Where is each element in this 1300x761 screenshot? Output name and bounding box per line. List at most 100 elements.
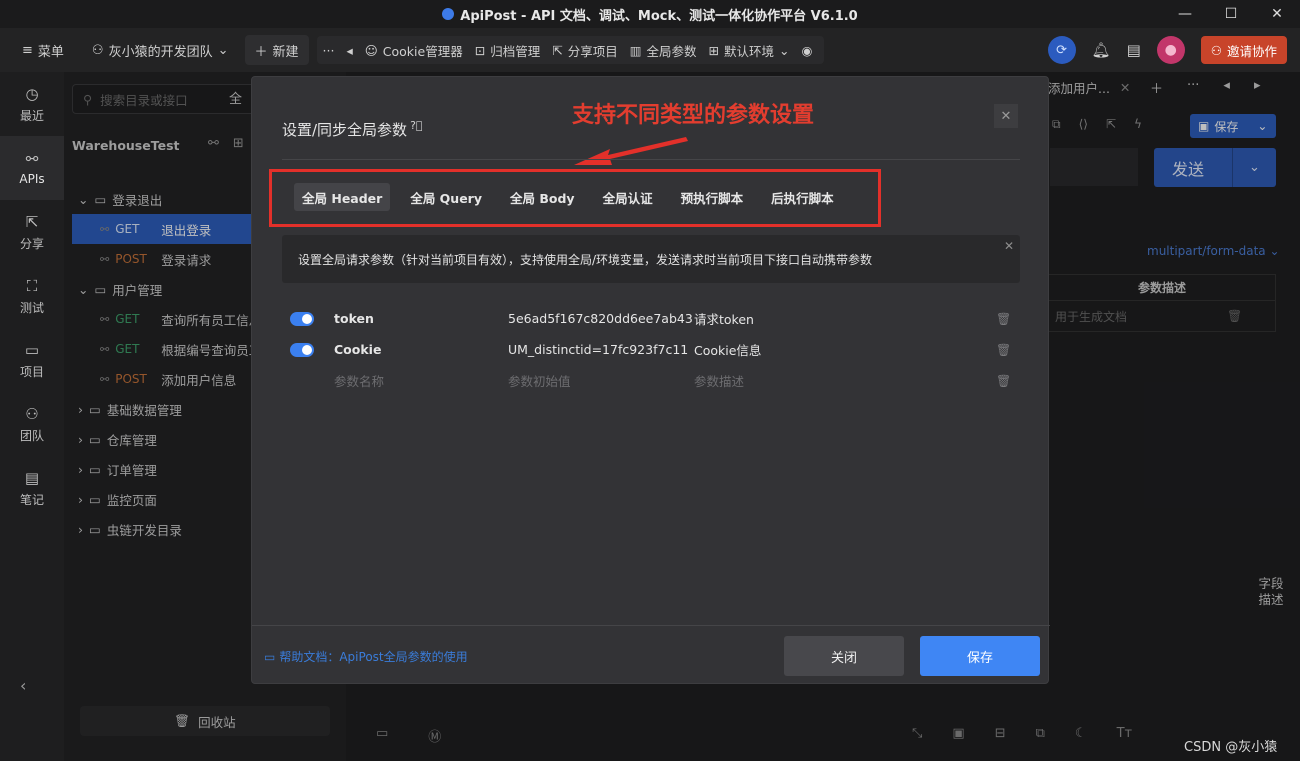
- plus-icon: ＋: [254, 44, 268, 60]
- nav-item-apis[interactable]: ⚯ APIs: [0, 136, 64, 200]
- close-button[interactable]: 关闭: [784, 636, 904, 676]
- param-desc[interactable]: 请求token: [694, 309, 994, 328]
- app-window: ApiPost - API 文档、调试、Mock、测试一体化协作平台 V6.1.…: [0, 0, 1300, 761]
- team-selector[interactable]: ⚇ 灰小猿的开发团队 ⌄: [82, 35, 239, 65]
- save-button[interactable]: 保存: [920, 636, 1040, 676]
- enable-toggle[interactable]: [290, 342, 314, 357]
- nav-label: 测试: [19, 300, 44, 315]
- sync-icon[interactable]: ⟳: [1047, 36, 1076, 64]
- api-icon: ⚯: [25, 150, 39, 168]
- menu-button[interactable]: ≡ 菜单: [12, 35, 74, 65]
- global-params-button[interactable]: ▥ 全局参数: [624, 35, 703, 65]
- param-value[interactable]: 5e6ad5f167c820dd6ee7ab43: [508, 311, 694, 326]
- nav-item-test[interactable]: ⛶ 测试: [0, 264, 64, 328]
- nav-item-project[interactable]: ▭ 项目: [0, 328, 64, 392]
- more-label: ···: [322, 42, 335, 58]
- doc-icon: ▭: [264, 649, 276, 664]
- env-selector[interactable]: ⊞ 默认环境 ⌄: [703, 35, 796, 65]
- archive-icon: ⊡: [474, 42, 486, 58]
- test-icon: ⛶: [26, 276, 38, 295]
- annotation-text: 支持不同类型的参数设置: [572, 103, 815, 128]
- notice-text: 设置全局请求参数（针对当前项目有效），支持使用全局/环境变量，发送请求时当前项目…: [298, 252, 873, 267]
- nav-item-note[interactable]: ▤ 笔记: [0, 456, 64, 520]
- trash-icon[interactable]: 🗑︎: [996, 374, 1011, 388]
- share-icon: ⇱: [552, 42, 563, 58]
- maximize-icon[interactable]: ☐: [1208, 0, 1254, 28]
- enable-toggle[interactable]: [290, 311, 314, 326]
- env-label: 默认环境: [724, 43, 775, 59]
- dialog-title-text: 设置/同步全局参数: [282, 121, 408, 139]
- param-value[interactable]: UM_distinctid=17fc923f7c11: [508, 342, 694, 357]
- param-desc[interactable]: Cookie信息: [694, 340, 994, 359]
- tab-global-body[interactable]: 全局 Body: [502, 183, 583, 211]
- env-icon: ⊞: [708, 42, 720, 58]
- archive-label: 归档管理: [490, 43, 541, 59]
- more-button[interactable]: ···: [317, 35, 341, 65]
- cookie-label: Cookie管理器: [382, 43, 463, 59]
- collapse-icon[interactable]: ‹: [20, 676, 26, 695]
- nav-label: 最近: [19, 108, 44, 123]
- nav-item-team[interactable]: ⚇ 团队: [0, 392, 64, 456]
- team-icon: ⚇: [91, 42, 104, 58]
- close-notice-icon[interactable]: ✕: [1004, 239, 1014, 253]
- tab-pre-script[interactable]: 预执行脚本: [673, 183, 752, 211]
- param-name[interactable]: token: [334, 311, 508, 326]
- new-button[interactable]: ＋ 新建: [244, 35, 309, 65]
- cookie-icon: ☺: [364, 42, 378, 58]
- window-title: ApiPost - API 文档、调试、Mock、测试一体化协作平台 V6.1.…: [460, 8, 858, 24]
- trash-icon[interactable]: 🗑︎: [996, 312, 1011, 326]
- invite-button[interactable]: ⚇ 邀请协作: [1200, 36, 1287, 64]
- trash-icon[interactable]: 🗑︎: [996, 343, 1011, 357]
- nav-item-recent[interactable]: ◷ 最近: [0, 72, 64, 136]
- toolbar-group: ··· ◂ ☺ Cookie管理器 ⊡ 归档管理 ⇱ 分享项目 ▥ 全局参数 ⊞…: [316, 35, 825, 65]
- share-project-button[interactable]: ⇱ 分享项目: [546, 35, 624, 65]
- eye-icon[interactable]: ◉: [796, 35, 819, 65]
- hamburger-icon: ≡: [22, 42, 33, 58]
- dialog-title: 设置/同步全局参数 ?⃝: [282, 119, 423, 140]
- table-row: 参数名称 参数初始值 参数描述 🗑︎: [290, 365, 1020, 396]
- param-value-input[interactable]: 参数初始值: [508, 371, 694, 390]
- info-notice: 设置全局请求参数（针对当前项目有效），支持使用全局/环境变量，发送请求时当前项目…: [282, 235, 1020, 283]
- chevron-down-icon: ⌄: [779, 42, 790, 58]
- new-label: 新建: [272, 44, 299, 60]
- bell-icon[interactable]: 🔔︎: [1092, 41, 1111, 59]
- tab-global-header[interactable]: 全局 Header: [294, 183, 391, 211]
- close-dialog-icon[interactable]: ✕: [994, 104, 1018, 128]
- nav-label: 分享: [19, 236, 44, 251]
- note-icon: ▤: [24, 468, 40, 487]
- window-controls: — ☐ ✕: [1162, 0, 1300, 28]
- help-icon[interactable]: ?⃝: [410, 119, 422, 132]
- avatar[interactable]: ●: [1156, 36, 1185, 64]
- left-nav: ◷ 最近 ⚯ APIs ⇱ 分享 ⛶ 测试 ▭ 项目 ⚇ 团队 ▤ 笔记 ‹: [0, 72, 64, 761]
- share-label: 分享项目: [567, 43, 618, 59]
- toolbar-right: ⟳ 🔔︎ ▤ ● ⚇ 邀请协作: [1047, 28, 1300, 72]
- nav-label: 团队: [19, 428, 44, 443]
- scroll-left-icon[interactable]: ◂: [340, 35, 358, 65]
- team-label: 灰小猿的开发团队: [108, 44, 213, 60]
- table-row: token 5e6ad5f167c820dd6ee7ab43 请求token 🗑…: [290, 303, 1020, 334]
- note-icon[interactable]: ▤: [1127, 41, 1141, 59]
- user-icon: ●: [1164, 42, 1177, 58]
- add-user-icon: ⚇: [1210, 42, 1222, 58]
- param-name-input[interactable]: 参数名称: [334, 371, 508, 390]
- tab-global-auth[interactable]: 全局认证: [595, 183, 661, 211]
- archive-button[interactable]: ⊡ 归档管理: [469, 35, 547, 65]
- param-desc-input[interactable]: 参数描述: [694, 371, 994, 390]
- global-header-params: token 5e6ad5f167c820dd6ee7ab43 请求token 🗑…: [290, 303, 1020, 396]
- minimize-icon[interactable]: —: [1162, 0, 1208, 28]
- nav-label: 笔记: [19, 492, 44, 507]
- help-link-label: 帮助文档：ApiPost全局参数的使用: [279, 650, 468, 664]
- global-params-label: 全局参数: [646, 43, 697, 59]
- param-name[interactable]: Cookie: [334, 342, 508, 357]
- tab-global-query[interactable]: 全局 Query: [402, 183, 490, 211]
- nav-item-share[interactable]: ⇱ 分享: [0, 200, 64, 264]
- apipost-logo-icon: [442, 8, 455, 20]
- main-toolbar: ≡ 菜单 ⚇ 灰小猿的开发团队 ⌄ ＋ 新建 ··· ◂ ☺ Cookie管理器…: [0, 28, 1300, 72]
- annotation-arrow: [574, 137, 688, 165]
- table-row: Cookie UM_distinctid=17fc923f7c11 Cookie…: [290, 334, 1020, 365]
- tab-post-script[interactable]: 后执行脚本: [763, 183, 842, 211]
- help-doc-link[interactable]: ▭ 帮助文档：ApiPost全局参数的使用: [264, 648, 468, 665]
- global-params-dialog: 设置/同步全局参数 ?⃝ 支持不同类型的参数设置 ✕ 全局 Header 全局 …: [251, 76, 1050, 684]
- cookie-manager-button[interactable]: ☺ Cookie管理器: [359, 35, 469, 65]
- close-window-icon[interactable]: ✕: [1254, 0, 1300, 28]
